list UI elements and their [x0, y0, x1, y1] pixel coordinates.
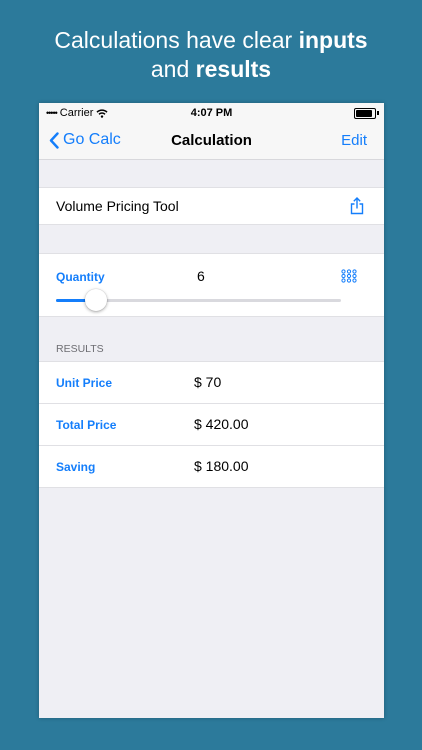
results-section-header: RESULTS [56, 343, 104, 355]
inputs-section: Quantity 6 [39, 253, 384, 317]
slider-thumb[interactable] [84, 289, 107, 311]
page-title: Calculation [171, 132, 252, 149]
status-bar: ••••• Carrier 4:07 PM [39, 103, 384, 123]
result-value: $ 180.00 [194, 458, 249, 474]
result-label: Total Price [56, 418, 117, 432]
quantity-value[interactable]: 6 [197, 268, 205, 284]
quantity-label: Quantity [56, 270, 105, 284]
calculation-name: Volume Pricing Tool [56, 198, 179, 214]
result-row-total-price: Total Price $ 420.00 [39, 403, 384, 445]
phone-screen: ••••• Carrier 4:07 PM Go Calc Calculatio… [39, 103, 384, 718]
result-label: Saving [56, 460, 96, 474]
edit-button[interactable]: Edit [341, 132, 367, 149]
marketing-headline: Calculations have clear inputs and resul… [0, 26, 422, 84]
result-label: Unit Price [56, 376, 113, 390]
share-icon[interactable] [350, 197, 364, 215]
result-value: $ 70 [194, 374, 222, 390]
results-list: Unit Price $ 70 Total Price $ 420.00 Sav… [39, 361, 384, 488]
result-value: $ 420.00 [194, 416, 249, 432]
battery-icon [354, 108, 376, 119]
result-row-unit-price: Unit Price $ 70 [39, 362, 384, 403]
headline-line-1: Calculations have clear inputs [54, 27, 368, 53]
status-time: 4:07 PM [190, 107, 233, 119]
headline-line-2: and results [150, 56, 272, 82]
result-row-saving: Saving $ 180.00 [39, 445, 384, 487]
calculation-name-row[interactable]: Volume Pricing Tool [39, 187, 384, 225]
keypad-icon[interactable] [341, 269, 357, 283]
navigation-bar: Go Calc Calculation Edit [39, 123, 384, 160]
battery-tip [377, 111, 379, 115]
quantity-slider[interactable] [56, 289, 341, 313]
